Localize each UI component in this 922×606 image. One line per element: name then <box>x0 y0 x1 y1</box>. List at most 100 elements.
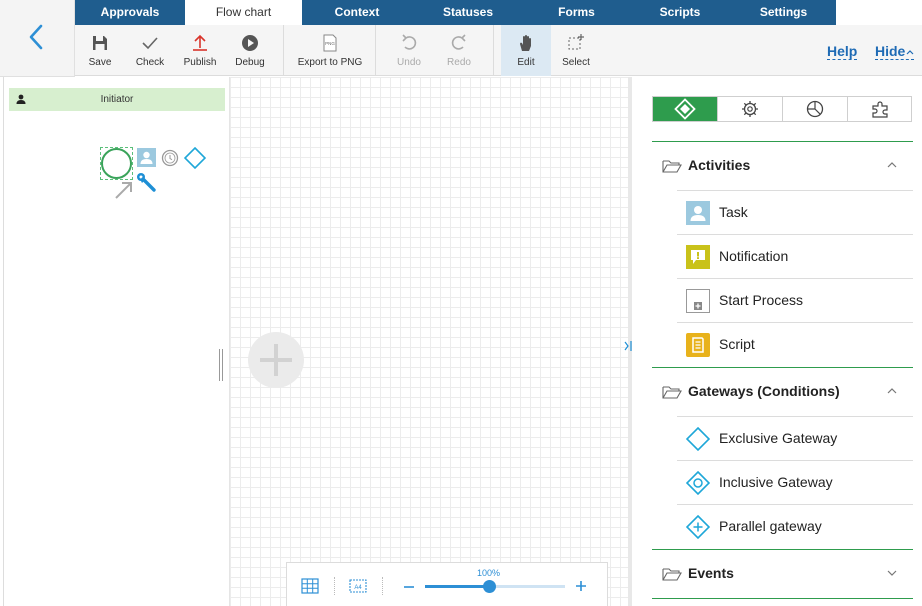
script-icon <box>686 333 710 357</box>
tab-analytics[interactable] <box>783 97 848 121</box>
edit-mode-button[interactable]: Edit <box>501 25 551 76</box>
diagram-canvas[interactable] <box>230 77 628 606</box>
toolbar: Save Check Publish Debug PNG Export to P… <box>75 25 922 76</box>
publish-button[interactable]: Publish <box>175 25 225 76</box>
folder-icon <box>662 386 682 399</box>
lane-resize-handle[interactable] <box>219 349 223 381</box>
tab-forms[interactable]: Forms <box>524 0 629 25</box>
zoom-slider-fill <box>425 585 489 588</box>
chevron-up-icon <box>906 50 914 55</box>
palette-item-parallel-gateway[interactable]: Parallel gateway <box>677 504 913 548</box>
item-label: Script <box>719 336 755 352</box>
item-label: Start Process <box>719 292 804 308</box>
checkmark-icon <box>142 37 158 50</box>
export-png-label: Export to PNG <box>297 57 363 68</box>
connect-arrow-icon[interactable] <box>114 180 134 200</box>
item-label: Exclusive Gateway <box>719 430 838 446</box>
redo-icon <box>451 34 466 50</box>
tab-properties[interactable] <box>718 97 783 121</box>
zoom-toolbar: A4 100% <box>286 562 608 606</box>
png-file-icon: PNG <box>323 34 337 52</box>
section-gateways[interactable]: Gateways (Conditions) <box>652 367 913 415</box>
redo-label: Redo <box>447 57 471 68</box>
section-title: Activities <box>688 157 751 173</box>
page-size-icon[interactable]: A4 <box>349 579 367 593</box>
pie-chart-icon <box>806 100 824 118</box>
zoom-slider[interactable] <box>425 580 565 593</box>
start-event-selection[interactable] <box>100 147 133 180</box>
palette-item-inclusive-gateway[interactable]: Inclusive Gateway <box>677 460 913 504</box>
export-png-button[interactable]: PNG Export to PNG <box>290 25 370 76</box>
grid-icon[interactable] <box>301 578 319 594</box>
debug-label: Debug <box>235 57 265 68</box>
folder-icon <box>662 568 682 581</box>
zoom-slider-thumb[interactable] <box>483 580 496 593</box>
page-size-icon-text: A4 <box>354 585 362 591</box>
append-timer-icon[interactable] <box>161 149 179 167</box>
debug-button[interactable]: Debug <box>225 25 275 76</box>
palette-item-notification[interactable]: Notification <box>677 234 913 278</box>
start-event-circle <box>101 148 132 179</box>
back-button[interactable] <box>0 0 75 77</box>
palette-item-task[interactable]: Task <box>677 190 913 234</box>
tab-extensions[interactable] <box>848 97 913 121</box>
save-label: Save <box>88 57 112 68</box>
tab-scripts[interactable]: Scripts <box>629 0 731 25</box>
select-label: Select <box>562 57 590 68</box>
save-button[interactable]: Save <box>75 25 125 76</box>
upload-icon <box>193 34 207 51</box>
section-events[interactable]: Events <box>652 549 913 597</box>
hide-link-label: Hide <box>875 43 906 59</box>
lane-border <box>3 77 4 606</box>
append-gateway-icon[interactable] <box>184 147 206 169</box>
wrench-icon[interactable] <box>136 172 157 193</box>
select-mode-button[interactable]: Select <box>551 25 601 76</box>
section-title: Events <box>688 565 734 581</box>
undo-label: Undo <box>397 57 421 68</box>
undo-button[interactable]: Undo <box>384 25 434 76</box>
gear-icon <box>742 101 758 117</box>
lane-header[interactable]: Initiator <box>9 88 225 111</box>
palette-item-exclusive-gateway[interactable]: Exclusive Gateway <box>677 416 913 460</box>
tab-settings[interactable]: Settings <box>731 0 836 25</box>
section-activities[interactable]: Activities <box>652 141 913 189</box>
tab-flow-chart[interactable]: Flow chart <box>185 0 302 25</box>
subprocess-icon <box>686 289 710 313</box>
tab-elements[interactable] <box>653 97 718 121</box>
elements-palette: Activities Task Notification Start Proce… <box>632 77 922 606</box>
zoom-in-icon[interactable] <box>575 580 587 592</box>
tab-statuses[interactable]: Statuses <box>412 0 524 25</box>
folder-icon <box>662 160 682 173</box>
chevron-down-icon <box>887 570 897 576</box>
chevron-left-icon <box>29 24 43 50</box>
puzzle-icon <box>871 101 888 118</box>
hide-link[interactable]: Hide <box>875 43 915 60</box>
palette-item-script[interactable]: Script <box>677 322 913 366</box>
help-link[interactable]: Help <box>827 43 858 60</box>
hand-icon <box>520 35 531 51</box>
inclusive-gateway-icon <box>686 471 710 495</box>
add-lane-button[interactable] <box>248 332 304 388</box>
zoom-divider <box>382 577 383 595</box>
lane-title: Initiator <box>100 94 134 105</box>
redo-button[interactable]: Redo <box>434 25 484 76</box>
zoom-out-icon[interactable] <box>403 582 415 592</box>
task-icon <box>686 201 710 225</box>
swimlane[interactable]: Initiator <box>0 77 230 606</box>
section-title: Gateways (Conditions) <box>688 383 840 399</box>
undo-icon <box>402 34 417 50</box>
user-icon <box>16 94 26 104</box>
check-button[interactable]: Check <box>125 25 175 76</box>
palette-item-start-process[interactable]: Start Process <box>677 278 913 322</box>
select-area-icon <box>568 34 584 50</box>
png-file-icon-text: PNG <box>325 41 335 46</box>
chevron-up-icon <box>887 388 897 394</box>
plus-icon <box>260 344 292 376</box>
append-task-icon[interactable] <box>137 148 156 167</box>
exclusive-gateway-icon <box>686 427 710 451</box>
tab-context[interactable]: Context <box>302 0 412 25</box>
zoom-divider <box>334 577 335 595</box>
tab-approvals[interactable]: Approvals <box>75 0 185 25</box>
zoom-level: 100% <box>477 568 501 578</box>
toolbar-divider <box>375 25 376 76</box>
